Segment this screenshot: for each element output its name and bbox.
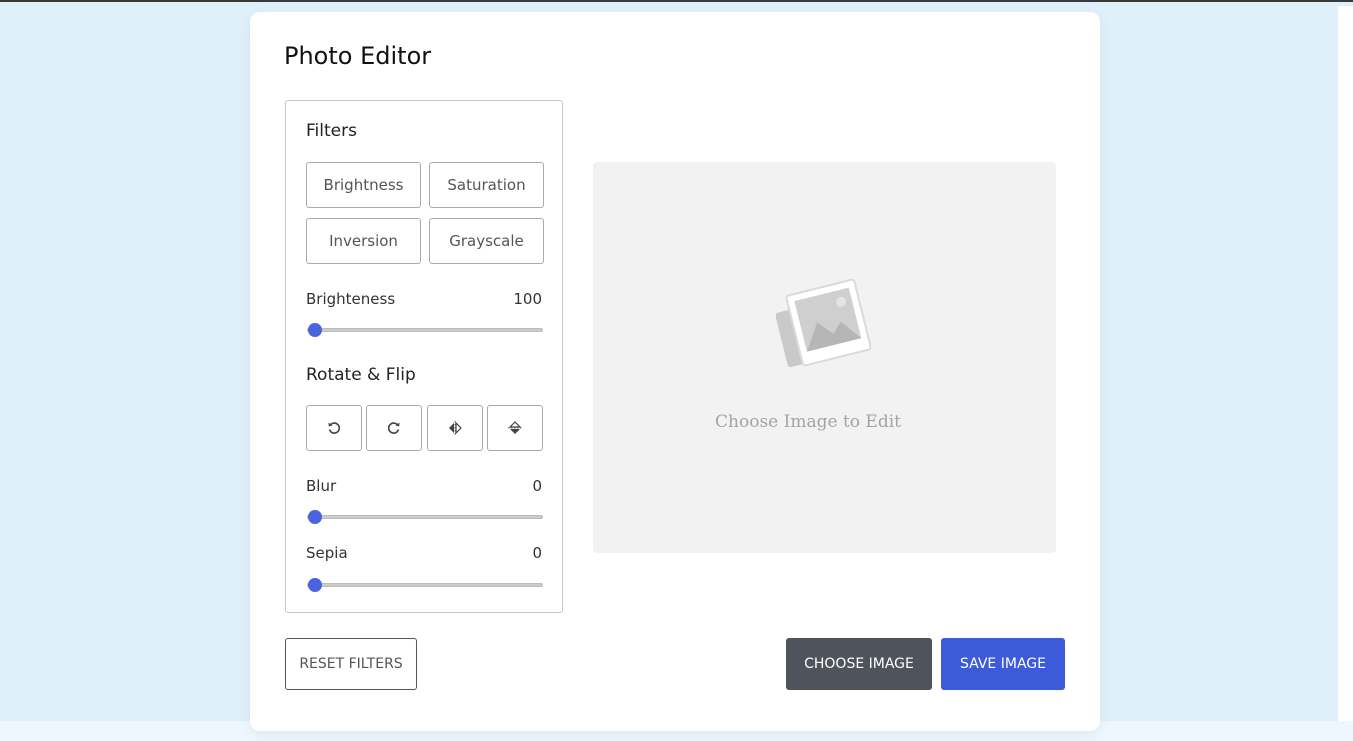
- filter-slider-thumb[interactable]: [308, 323, 322, 337]
- blur-slider-thumb[interactable]: [308, 510, 322, 524]
- page-title: Photo Editor: [284, 42, 432, 70]
- grayscale-filter-button[interactable]: Grayscale: [429, 218, 544, 264]
- filters-heading: Filters: [306, 121, 357, 141]
- choose-image-button[interactable]: CHOOSE IMAGE: [786, 638, 932, 690]
- inversion-filter-button[interactable]: Inversion: [306, 218, 421, 264]
- editor-card: Photo Editor Filters Brightness Saturati…: [250, 12, 1100, 731]
- flip-vertical-button[interactable]: [487, 405, 543, 451]
- rotate-left-button[interactable]: [306, 405, 362, 451]
- blur-slider[interactable]: [307, 510, 543, 524]
- rotate-right-icon: [387, 422, 400, 434]
- save-image-button[interactable]: SAVE IMAGE: [941, 638, 1065, 690]
- filter-slider-label: Brighteness: [306, 290, 396, 308]
- sepia-slider-thumb[interactable]: [308, 578, 322, 592]
- image-placeholder-icon: [776, 278, 871, 368]
- right-edge: [1338, 6, 1353, 741]
- filter-slider[interactable]: [307, 323, 543, 337]
- preview-placeholder-text: Choose Image to Edit: [715, 412, 901, 432]
- sepia-value: 0: [532, 544, 542, 562]
- blur-label: Blur: [306, 477, 337, 495]
- controls-panel: Filters Brightness Saturation Inversion …: [285, 100, 563, 613]
- filter-slider-value: 100: [513, 290, 542, 308]
- flip-horizontal-icon: [449, 421, 462, 435]
- saturation-filter-button[interactable]: Saturation: [429, 162, 544, 208]
- sepia-slider[interactable]: [307, 578, 543, 592]
- brightness-filter-button[interactable]: Brightness: [306, 162, 421, 208]
- rotate-right-button[interactable]: [366, 405, 422, 451]
- reset-filters-button[interactable]: RESET FILTERS: [285, 638, 417, 690]
- sepia-label: Sepia: [306, 544, 348, 562]
- flip-vertical-icon: [508, 421, 522, 434]
- window-top-border: [0, 0, 1353, 2]
- blur-value: 0: [532, 477, 542, 495]
- rotate-left-icon: [328, 422, 341, 434]
- rotate-flip-heading: Rotate & Flip: [306, 365, 416, 385]
- image-preview-area: Choose Image to Edit: [593, 162, 1056, 553]
- flip-horizontal-button[interactable]: [427, 405, 483, 451]
